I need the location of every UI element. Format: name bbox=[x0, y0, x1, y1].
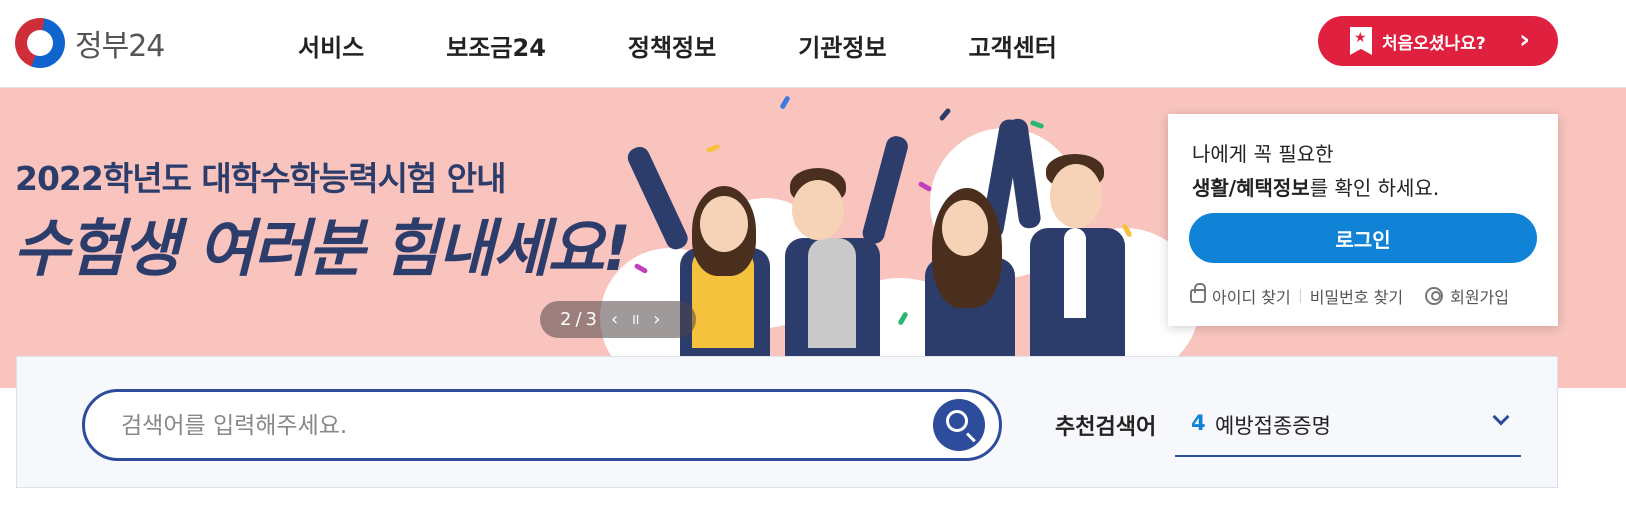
nav-item-customer-center[interactable]: 고객센터 bbox=[969, 28, 1057, 63]
chevron-down-icon bbox=[1492, 408, 1510, 426]
confetti bbox=[938, 107, 952, 122]
search-input[interactable] bbox=[121, 409, 881, 443]
illustration-head bbox=[1050, 164, 1102, 228]
find-password-link[interactable]: 비밀번호 찾기 bbox=[1310, 284, 1403, 308]
confetti bbox=[917, 180, 933, 193]
pager-current: 2 bbox=[560, 309, 572, 330]
signup-label: 회원가입 bbox=[1450, 288, 1509, 307]
pause-icon[interactable]: II bbox=[632, 313, 639, 327]
login-message-highlight: 생활/혜택정보 bbox=[1192, 176, 1310, 200]
search-box bbox=[82, 389, 1002, 461]
illustration-head bbox=[942, 200, 988, 256]
illustration-head bbox=[792, 180, 844, 240]
user-circle-icon bbox=[1425, 287, 1444, 305]
find-password-label: 비밀번호 찾기 bbox=[1309, 288, 1404, 307]
login-card: 나에게 꼭 필요한 생활/혜택정보를 확인 하세요. 로그인 아이디 찾기 비밀… bbox=[1168, 114, 1558, 326]
illustration-arm bbox=[860, 133, 911, 246]
find-id-label: 아이디 찾기 bbox=[1212, 288, 1291, 307]
nav-item-policy-info[interactable]: 정책정보 bbox=[628, 28, 716, 63]
nav-item-services[interactable]: 서비스 bbox=[298, 28, 364, 63]
chevron-right-icon[interactable]: › bbox=[653, 309, 660, 330]
recommended-search-dropdown[interactable]: 4 예방접종증명 bbox=[1175, 393, 1521, 457]
banner-subtitle: 2022학년도 대학수학능력시험 안내 bbox=[15, 159, 507, 198]
bookmark-star-icon bbox=[1350, 27, 1372, 55]
find-id-link[interactable]: 아이디 찾기 bbox=[1190, 283, 1291, 308]
login-button[interactable]: 로그인 bbox=[1189, 213, 1537, 263]
pager-separator: / bbox=[575, 309, 582, 330]
header: 정부24 서비스 보조금24 정책정보 기관정보 고객센터 처음오셨나요? › bbox=[0, 0, 1626, 88]
pager-total: 3 bbox=[585, 309, 597, 330]
taegeuk-logo-icon bbox=[15, 18, 65, 68]
login-message-line2: 생활/혜택정보를 확인 하세요. bbox=[1192, 172, 1439, 201]
confetti bbox=[705, 143, 721, 154]
confetti bbox=[779, 95, 791, 110]
login-message-rest: 를 확인 하세요. bbox=[1309, 176, 1440, 200]
main-nav: 서비스 보조금24 정책정보 기관정보 고객센터 bbox=[298, 28, 1139, 63]
chevron-right-icon: › bbox=[1519, 25, 1530, 55]
banner-pager: 2 / 3 ‹ II › bbox=[540, 301, 696, 338]
logo[interactable]: 정부24 bbox=[15, 18, 165, 68]
lock-icon bbox=[1190, 283, 1206, 303]
nav-item-subsidy24[interactable]: 보조금24 bbox=[446, 28, 546, 63]
first-visit-label: 처음오셨나요? bbox=[1382, 33, 1486, 54]
search-icon bbox=[946, 410, 968, 432]
logo-text: 정부24 bbox=[75, 29, 165, 64]
recommended-rank: 4 bbox=[1191, 411, 1206, 435]
recommended-keyword: 예방접종증명 bbox=[1215, 414, 1331, 438]
account-links: 아이디 찾기 비밀번호 찾기 회원가입 bbox=[1190, 283, 1509, 308]
search-panel: 추천검색어 4 예방접종증명 bbox=[16, 356, 1558, 488]
nav-item-agency-info[interactable]: 기관정보 bbox=[798, 28, 886, 63]
illustration-head bbox=[700, 196, 748, 252]
chevron-left-icon[interactable]: ‹ bbox=[611, 309, 618, 330]
confetti bbox=[1029, 119, 1045, 130]
link-divider bbox=[1299, 289, 1301, 303]
login-message-line1: 나에게 꼭 필요한 bbox=[1192, 142, 1334, 166]
recommended-search-label: 추천검색어 bbox=[1055, 415, 1157, 440]
banner-title: 수험생 여러분 힘내세요! bbox=[13, 212, 631, 285]
signup-link[interactable]: 회원가입 bbox=[1425, 284, 1509, 308]
first-visit-button[interactable]: 처음오셨나요? › bbox=[1318, 16, 1558, 66]
search-button[interactable] bbox=[933, 399, 985, 451]
illustration-hoodie bbox=[808, 238, 856, 348]
illustration-arm bbox=[624, 143, 691, 253]
illustration-shirt bbox=[1064, 228, 1086, 318]
